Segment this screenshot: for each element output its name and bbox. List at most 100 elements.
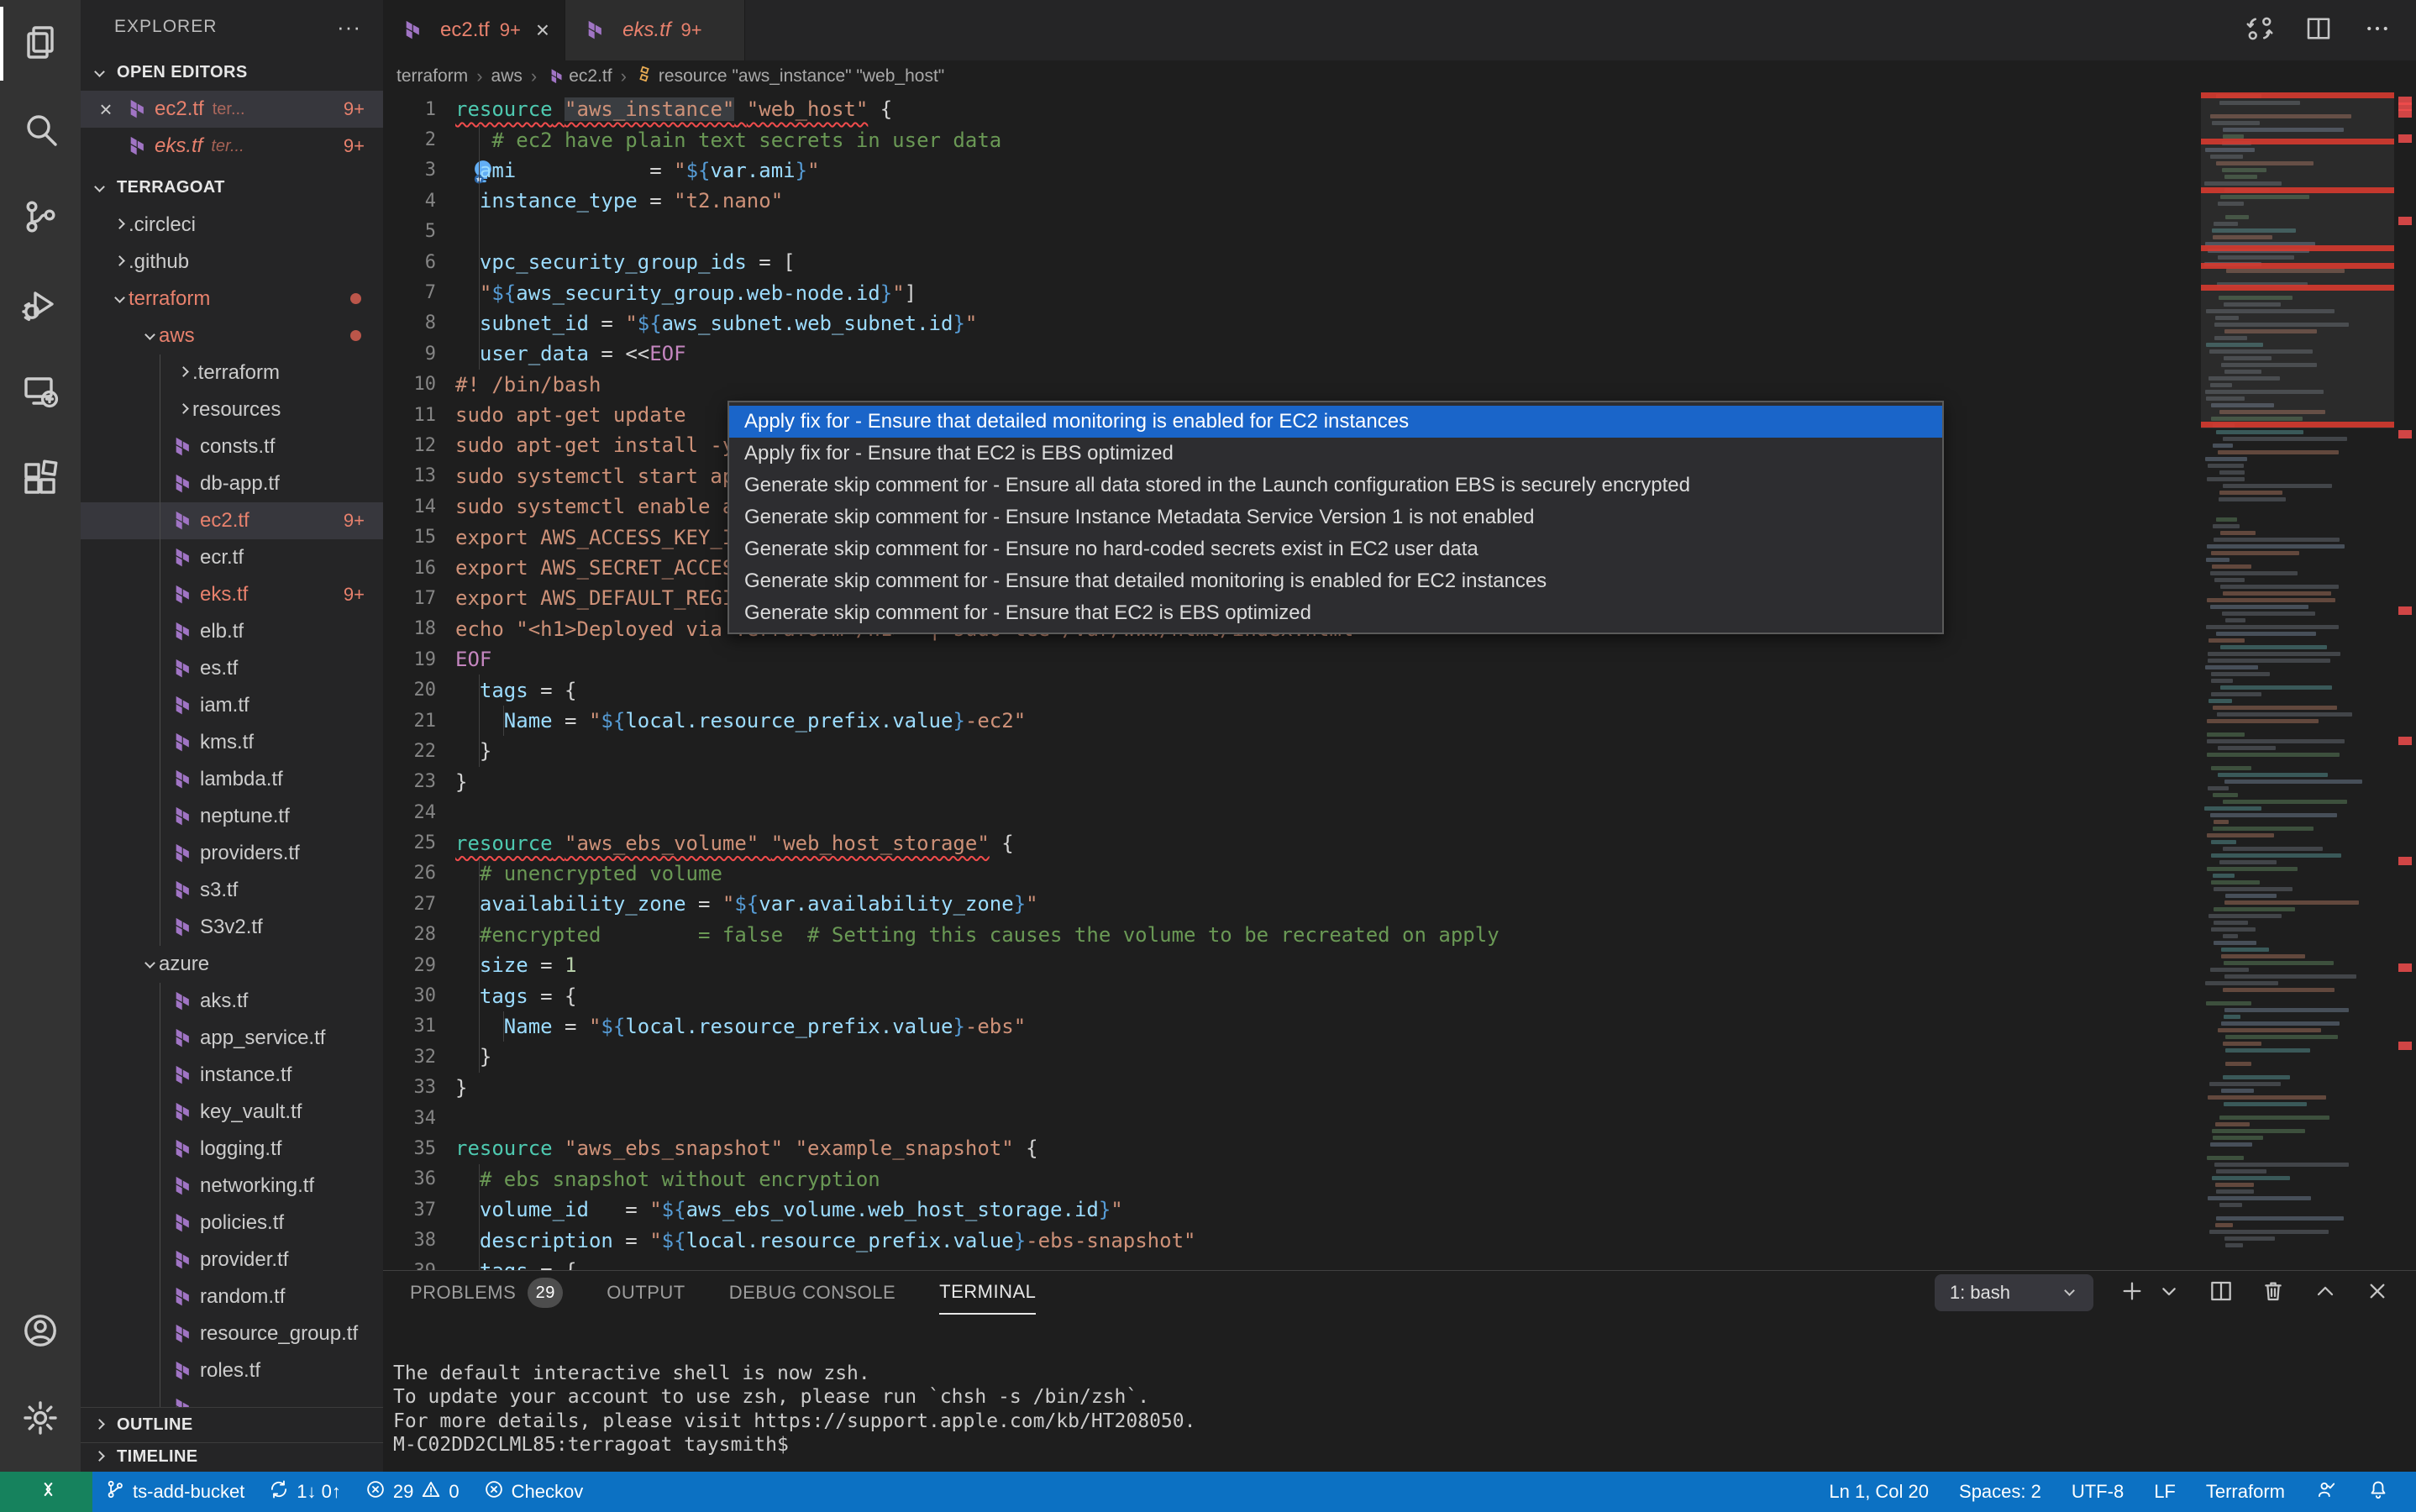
line-number: 39 (383, 1261, 455, 1270)
tree-item-providers-tf[interactable]: providers.tf (81, 835, 383, 872)
tree-item-app_service-tf[interactable]: app_service.tf (81, 1020, 383, 1057)
close-panel-icon[interactable] (2364, 1278, 2391, 1309)
close-icon[interactable]: × (94, 97, 118, 123)
tree-item-aws[interactable]: aws (81, 318, 383, 354)
tree-item-consts-tf[interactable]: consts.tf (81, 428, 383, 465)
status-item-checkov[interactable]: Checkov (471, 1472, 596, 1512)
panel-tab-debug-console[interactable]: DEBUG CONSOLE (729, 1271, 895, 1315)
tree-item-es-tf[interactable]: es.tf (81, 650, 383, 687)
tree-item-networking-tf[interactable]: networking.tf (81, 1168, 383, 1205)
status-item-indentation[interactable]: Spaces: 2 (1944, 1472, 2056, 1512)
tree-item-azure[interactable]: azure (81, 946, 383, 983)
status-item-feedback[interactable] (2300, 1472, 2352, 1512)
breadcrumb-item[interactable]: terraform (397, 66, 468, 87)
tree-item-iam-tf[interactable]: iam.tf (81, 687, 383, 724)
error-icon (483, 1478, 505, 1505)
status-item-sync[interactable]: 1↓ 0↑ (256, 1472, 353, 1512)
tree-item-terraform[interactable]: terraform (81, 281, 383, 318)
kill-terminal-icon[interactable] (2260, 1278, 2287, 1309)
tree-item-neptune-tf[interactable]: neptune.tf (81, 798, 383, 835)
activity-bar-item-remote-explorer[interactable] (0, 349, 81, 437)
breadcrumb-item[interactable]: ec2.tf (545, 66, 612, 87)
minimap-bar (2207, 867, 2298, 871)
panel-tab-problems[interactable]: PROBLEMS29 (410, 1271, 563, 1315)
breadcrumb-item[interactable]: aws (491, 66, 523, 87)
tree-item--terraform[interactable]: .terraform (81, 354, 383, 391)
quick-fix-item[interactable]: Generate skip comment for - Ensure Insta… (729, 501, 1942, 533)
tree-item-ecr-tf[interactable]: ecr.tf (81, 539, 383, 576)
project-section-header[interactable]: TERRAGOAT (81, 170, 383, 206)
activity-bar-item-search[interactable] (0, 87, 81, 175)
open-editors-section-header[interactable]: OPEN EDITORS (81, 55, 383, 91)
status-item-eol[interactable]: LF (2139, 1472, 2191, 1512)
maximize-panel-icon[interactable] (2312, 1278, 2339, 1309)
status-item-problems[interactable]: 290 (353, 1472, 471, 1512)
panel-tab-terminal[interactable]: TERMINAL (939, 1271, 1036, 1315)
tree-item-ec2-tf[interactable]: ec2.tf9+ (81, 502, 383, 539)
minimap[interactable] (2201, 92, 2394, 1270)
tree-item--circleci[interactable]: .circleci (81, 207, 383, 244)
tree-item-s3-tf[interactable]: s3.tf (81, 872, 383, 909)
status-item-cursor-position[interactable]: Ln 1, Col 20 (1814, 1472, 1944, 1512)
terminal-picker-icon[interactable] (2156, 1278, 2182, 1309)
split-terminal-icon[interactable] (2208, 1278, 2235, 1309)
quick-fix-item[interactable]: Apply fix for - Ensure that EC2 is EBS o… (729, 438, 1942, 470)
code-editor[interactable]: 1resource "aws_instance" "web_host" {2 #… (383, 92, 2416, 1270)
tree-item-kms-tf[interactable]: kms.tf (81, 724, 383, 761)
tree-item-random-tf[interactable]: random.tf (81, 1278, 383, 1315)
quick-fix-item[interactable]: Apply fix for - Ensure that detailed mon… (729, 406, 1942, 438)
timeline-section-header[interactable]: TIMELINE (81, 1442, 383, 1472)
status-item-notifications[interactable] (2352, 1472, 2404, 1512)
open-editor-item[interactable]: ×ec2.tfter...9+ (81, 91, 383, 128)
tree-item-policies-tf[interactable]: policies.tf (81, 1205, 383, 1242)
activity-bar-item-settings[interactable] (0, 1376, 81, 1463)
activity-bar-item-source-control[interactable] (0, 175, 81, 262)
tree-item-elb-tf[interactable]: elb.tf (81, 613, 383, 650)
tree-item-lambda-tf[interactable]: lambda.tf (81, 761, 383, 798)
panel-tab-output[interactable]: OUTPUT (607, 1271, 685, 1315)
quick-fix-item[interactable]: Generate skip comment for - Ensure that … (729, 565, 1942, 597)
quick-fix-item[interactable]: Generate skip comment for - Ensure all d… (729, 470, 1942, 501)
open-editor-item[interactable]: eks.tfter...9+ (81, 128, 383, 165)
tree-item-resource_group-tf[interactable]: resource_group.tf (81, 1315, 383, 1352)
breadcrumb-item[interactable]: resource "aws_instance" "web_host" (635, 65, 944, 88)
activity-bar-item-explorer[interactable] (0, 0, 81, 87)
tree-item-logging-tf[interactable]: logging.tf (81, 1131, 383, 1168)
minimap-bar (2218, 773, 2328, 777)
sidebar-more-actions-icon[interactable]: ··· (337, 14, 361, 40)
editor-tab-eks-tf[interactable]: eks.tf9+ (565, 0, 745, 60)
tree-item-key_vault-tf[interactable]: key_vault.tf (81, 1094, 383, 1131)
close-icon[interactable]: × (536, 17, 549, 44)
tree-item[interactable] (81, 1389, 383, 1408)
tree-item-resources[interactable]: resources (81, 391, 383, 428)
activity-bar-item-account[interactable] (0, 1289, 81, 1376)
tree-item-instance-tf[interactable]: instance.tf (81, 1057, 383, 1094)
quick-fix-item[interactable]: Generate skip comment for - Ensure that … (729, 597, 1942, 629)
terminal-shell-select[interactable]: 1: bash (1935, 1274, 2093, 1311)
status-item-branch[interactable]: ts-add-bucket (92, 1472, 256, 1512)
code-line: 31 Name = "${local.resource_prefix.value… (383, 1011, 2201, 1042)
minimap-line (2201, 926, 2394, 932)
editor-tab-ec2-tf[interactable]: ec2.tf9+× (383, 0, 565, 60)
minimap-line (2201, 953, 2394, 959)
outline-section-header[interactable]: OUTLINE (81, 1407, 383, 1441)
more-actions-icon[interactable] (2362, 13, 2392, 48)
terminal-output[interactable]: The default interactive shell is now zsh… (383, 1315, 2416, 1457)
quick-fix-item[interactable]: Generate skip comment for - Ensure no ha… (729, 533, 1942, 565)
tree-item--github[interactable]: .github (81, 244, 383, 281)
tree-item-S3v2-tf[interactable]: S3v2.tf (81, 909, 383, 946)
new-terminal-icon[interactable] (2119, 1278, 2146, 1309)
status-item-encoding[interactable]: UTF-8 (2056, 1472, 2139, 1512)
tree-item-db-app-tf[interactable]: db-app.tf (81, 465, 383, 502)
activity-bar-item-extensions[interactable] (0, 437, 81, 524)
tree-item-aks-tf[interactable]: aks.tf (81, 983, 383, 1020)
remote-indicator[interactable] (0, 1472, 92, 1512)
minimap-error-mark (2201, 245, 2394, 251)
activity-bar-item-run-debug[interactable] (0, 262, 81, 349)
status-item-language-mode[interactable]: Terraform (2191, 1472, 2300, 1512)
open-changes-icon[interactable] (2245, 13, 2275, 48)
tree-item-provider-tf[interactable]: provider.tf (81, 1242, 383, 1278)
tree-item-roles-tf[interactable]: roles.tf (81, 1352, 383, 1389)
split-editor-icon[interactable] (2303, 13, 2334, 48)
tree-item-eks-tf[interactable]: eks.tf9+ (81, 576, 383, 613)
